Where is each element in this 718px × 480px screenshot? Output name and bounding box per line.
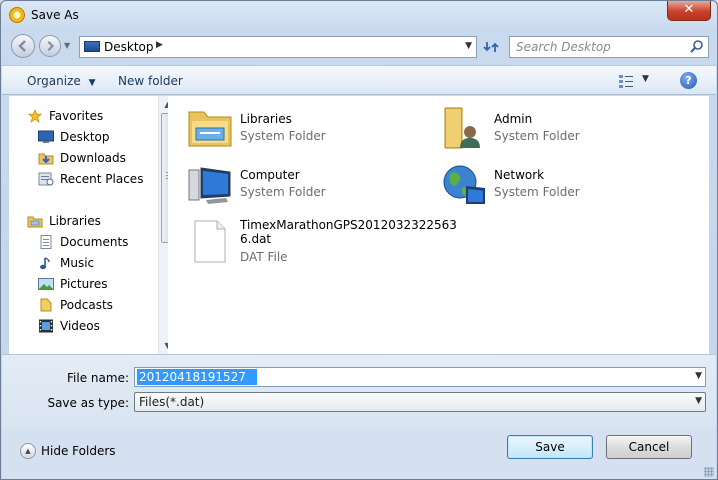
item-computer[interactable]: Computer System Folder xyxy=(186,160,416,212)
change-view-icon[interactable] xyxy=(618,73,634,89)
address-location[interactable]: Desktop xyxy=(104,40,154,54)
item-admin[interactable]: Admin System Folder xyxy=(440,104,670,156)
refresh-icon xyxy=(483,42,499,52)
help-icon[interactable]: ? xyxy=(680,72,697,89)
save-options: File name: ▼ Save as type: Files(*.dat) … xyxy=(2,354,716,429)
dialog-footer: ▲ Hide Folders Save Cancel xyxy=(2,429,716,479)
file-name-dropdown-icon[interactable]: ▼ xyxy=(695,371,702,381)
close-button[interactable]: ✕ xyxy=(667,1,711,21)
file-name-input[interactable] xyxy=(137,369,257,385)
item-libraries[interactable]: Libraries System Folder xyxy=(186,104,416,156)
item-dat-file[interactable]: TimexMarathonGPS2012032322563 6.dat DAT … xyxy=(186,216,457,276)
save-type-label: Save as type: xyxy=(47,396,129,410)
file-name-label: File name: xyxy=(67,371,129,385)
music-icon xyxy=(40,257,50,270)
save-button[interactable]: Save xyxy=(507,435,593,459)
title-bar: Save As ✕ xyxy=(1,1,717,29)
sidebar-item-label: Music xyxy=(60,256,95,270)
address-dropdown-icon[interactable]: ▼ xyxy=(465,41,472,51)
item-name-line: TimexMarathonGPS2012032322563 xyxy=(240,218,457,232)
collapse-icon[interactable]: ▲ xyxy=(20,443,36,459)
sidebar-item-label: Podcasts xyxy=(60,298,113,312)
item-type: System Folder xyxy=(240,185,326,199)
item-network[interactable]: Network System Folder xyxy=(440,160,670,212)
recent-places-icon xyxy=(38,172,54,186)
desktop-icon xyxy=(38,130,54,143)
item-name: Network xyxy=(494,168,545,182)
command-bar: Organize ▼ New folder ▼ ? xyxy=(2,65,716,95)
file-icon xyxy=(194,220,226,263)
organize-button[interactable]: Organize ▼ xyxy=(27,74,96,88)
podcasts-icon xyxy=(40,298,52,312)
computer-icon xyxy=(188,167,231,204)
save-type-select[interactable]: Files(*.dat) ▼ xyxy=(134,392,706,412)
item-type: System Folder xyxy=(494,185,580,199)
new-folder-button[interactable]: New folder xyxy=(118,74,183,88)
user-folder-icon xyxy=(444,107,480,149)
sidebar-item-label: Videos xyxy=(60,319,100,333)
sidebar-item-label: Documents xyxy=(60,235,129,249)
chevron-down-icon: ▼ xyxy=(88,78,96,88)
libraries-folder-icon xyxy=(188,111,232,147)
dialog-title: Save As xyxy=(31,8,79,22)
item-name-line: 6.dat xyxy=(240,232,272,246)
item-type: DAT File xyxy=(240,250,288,264)
app-icon xyxy=(9,7,25,23)
organize-label: Organize xyxy=(27,74,81,88)
navigation-pane: Favorites Desktop Downloads Recent Place… xyxy=(9,96,175,354)
item-name: TimexMarathonGPS2012032322563 6.dat xyxy=(240,218,457,246)
back-arrow-icon xyxy=(18,40,26,52)
forward-arrow-icon xyxy=(47,40,55,52)
search-input[interactable] xyxy=(510,37,686,57)
breadcrumb-arrow-icon[interactable]: ▶ xyxy=(156,40,163,50)
sidebar-item-label: Downloads xyxy=(60,151,126,165)
save-type-value: Files(*.dat) xyxy=(139,395,205,409)
navigation-bar: ▼ Desktop ▶ ▼ xyxy=(1,31,717,63)
network-icon xyxy=(443,165,485,204)
desktop-icon xyxy=(84,41,100,52)
address-bar[interactable]: Desktop ▶ ▼ xyxy=(79,36,477,58)
videos-icon xyxy=(39,319,53,333)
item-name: Libraries xyxy=(240,112,292,126)
downloads-icon xyxy=(38,153,54,165)
item-type: System Folder xyxy=(240,129,326,143)
documents-icon xyxy=(40,235,52,249)
sidebar-item-label: Favorites xyxy=(49,109,104,123)
libraries-icon xyxy=(27,216,43,228)
back-button[interactable] xyxy=(11,34,35,58)
save-as-dialog: Save As ✕ ▼ Desktop ▶ ▼ Organize ▼ xyxy=(0,0,718,480)
item-name: Computer xyxy=(240,168,300,182)
file-name-field[interactable]: ▼ xyxy=(134,367,706,387)
item-name: Admin xyxy=(494,112,533,126)
sidebar-item-label: Libraries xyxy=(49,214,101,228)
pictures-icon xyxy=(38,278,54,290)
hide-folders-button[interactable]: Hide Folders xyxy=(41,444,116,458)
search-box[interactable] xyxy=(509,36,709,58)
resize-grip-icon[interactable] xyxy=(704,467,714,477)
save-type-dropdown-icon[interactable]: ▼ xyxy=(695,396,702,406)
sidebar-item-label: Pictures xyxy=(60,277,108,291)
star-icon xyxy=(27,109,43,123)
item-type: System Folder xyxy=(494,129,580,143)
sidebar-item-label: Recent Places xyxy=(60,172,144,186)
search-icon[interactable] xyxy=(690,39,704,53)
forward-button[interactable] xyxy=(39,35,61,57)
refresh-button[interactable] xyxy=(479,36,503,58)
file-list: Libraries System Folder Admin System Fol… xyxy=(168,96,709,354)
view-options-dropdown-icon[interactable]: ▼ xyxy=(642,74,649,84)
cancel-button[interactable]: Cancel xyxy=(606,435,692,459)
recent-locations-dropdown-icon[interactable]: ▼ xyxy=(64,41,70,50)
sidebar-item-label: Desktop xyxy=(60,130,110,144)
